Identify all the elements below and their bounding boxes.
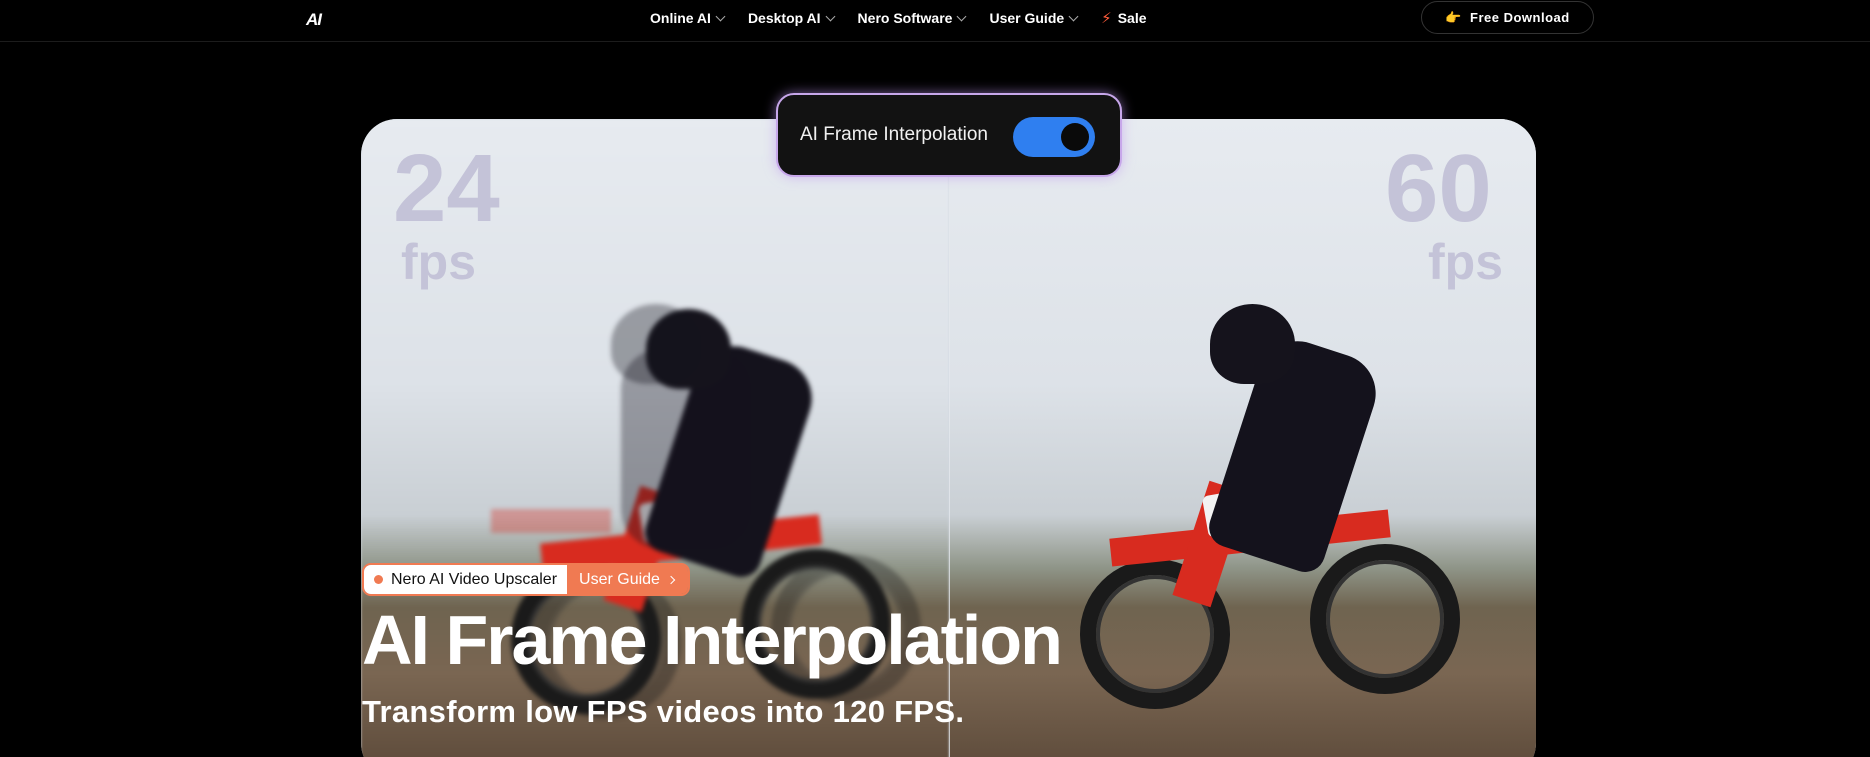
- frame-interpolation-switch[interactable]: [1013, 117, 1095, 157]
- free-download-button[interactable]: 👉 Free Download: [1421, 1, 1594, 34]
- switch-knob: [1061, 123, 1089, 151]
- user-guide-link-label: User Guide: [579, 570, 660, 588]
- pointing-hand-icon: 👉: [1445, 9, 1462, 25]
- product-badge-group: Nero AI Video Upscaler User Guide: [362, 563, 690, 596]
- chevron-right-icon: [666, 575, 676, 584]
- free-download-label: Free Download: [1470, 10, 1570, 25]
- brand-logo[interactable]: AI: [306, 10, 322, 30]
- menu-online-ai-label: Online AI: [650, 10, 711, 26]
- frame-interpolation-toggle-card: AI Frame Interpolation: [776, 93, 1122, 177]
- product-badge-label: Nero AI Video Upscaler: [391, 570, 558, 588]
- menu-desktop-ai[interactable]: Desktop AI: [747, 10, 835, 26]
- chevron-down-icon: [957, 11, 967, 21]
- user-guide-link[interactable]: User Guide: [567, 565, 688, 594]
- menu-desktop-ai-label: Desktop AI: [747, 10, 821, 26]
- lightning-bolt-icon: ⚡: [1101, 10, 1112, 27]
- left-fps-number: 24: [393, 135, 500, 242]
- toggle-label: AI Frame Interpolation: [800, 124, 988, 145]
- chevron-down-icon: [825, 11, 835, 21]
- hero-title: AI Frame Interpolation: [362, 601, 1063, 679]
- menu-sale[interactable]: ⚡ Sale: [1101, 9, 1146, 27]
- left-fps-unit: fps: [401, 234, 476, 290]
- chevron-down-icon: [1068, 11, 1079, 21]
- menu-sale-label: Sale: [1117, 10, 1147, 26]
- main-menu: Online AI Desktop AI Nero Software User …: [650, 0, 1147, 36]
- menu-user-guide-label: User Guide: [989, 10, 1065, 26]
- chevron-down-icon: [715, 11, 726, 21]
- menu-nero-software-label: Nero Software: [857, 10, 953, 26]
- right-fps-number: 60: [1385, 135, 1492, 242]
- top-navbar: AI Online AI Desktop AI Nero Software Us…: [0, 0, 1870, 42]
- product-badge: Nero AI Video Upscaler: [364, 565, 568, 594]
- rider-image-sharp: 299: [1050, 229, 1470, 749]
- hero-subtitle: Transform low FPS videos into 120 FPS.: [362, 694, 965, 729]
- menu-online-ai[interactable]: Online AI: [650, 10, 726, 26]
- menu-user-guide[interactable]: User Guide: [989, 10, 1079, 26]
- dot-icon: [374, 575, 383, 584]
- menu-nero-software[interactable]: Nero Software: [857, 10, 967, 26]
